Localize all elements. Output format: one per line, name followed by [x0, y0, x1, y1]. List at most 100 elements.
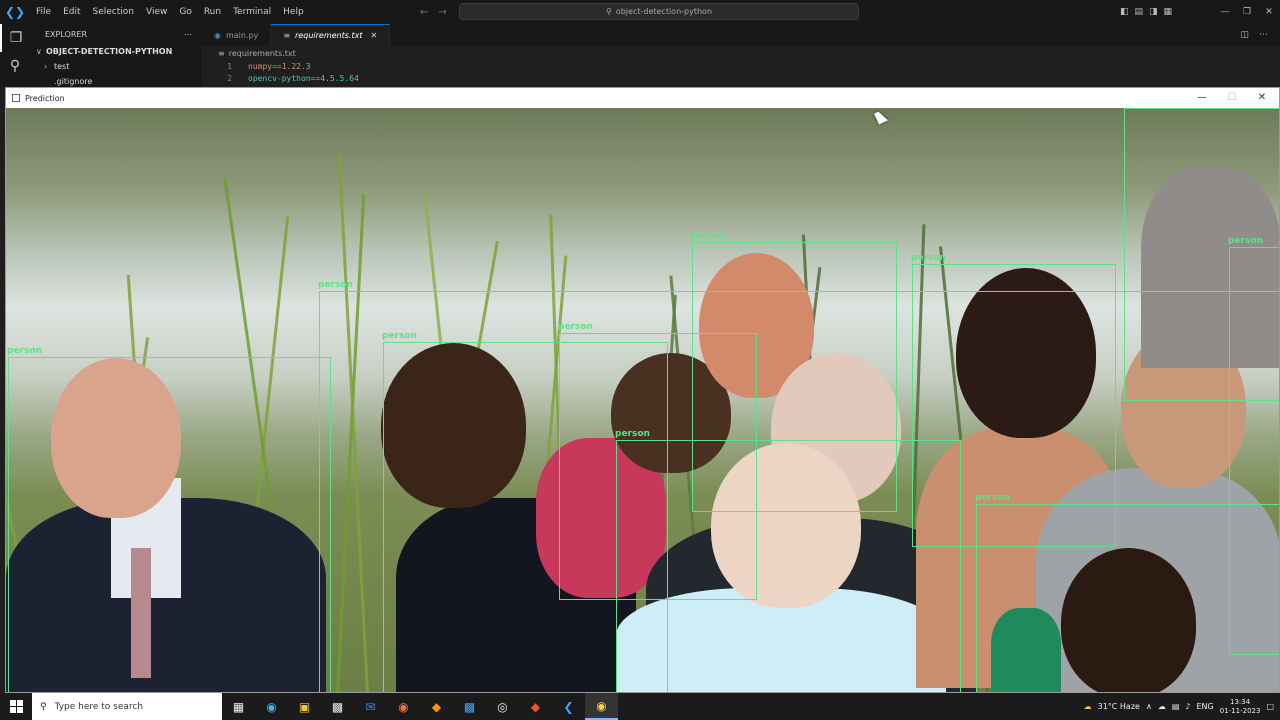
- text-file-icon: ≡: [218, 48, 225, 58]
- detection-box: person: [7, 346, 331, 692]
- prediction-title: Prediction: [25, 93, 65, 103]
- prediction-close-icon[interactable]: ✕: [1247, 88, 1277, 108]
- code-text: numpy==1.22.3: [248, 61, 311, 71]
- menu-run[interactable]: Run: [198, 0, 227, 24]
- detection-box: person: [975, 493, 1279, 692]
- clock[interactable]: 13:34 01-11-2023: [1220, 698, 1261, 716]
- nav-arrows: ← →: [420, 0, 447, 24]
- split-editor-icon[interactable]: ◫: [1240, 30, 1249, 40]
- weather-icon: ☁: [1083, 702, 1092, 711]
- tab-main-py-label: main.py: [225, 30, 259, 40]
- clock-time: 13:34: [1230, 697, 1251, 706]
- text-file-icon: ≡: [283, 31, 291, 40]
- taskbar-search-placeholder: Type here to search: [54, 701, 144, 712]
- editor-tabs: ◉ main.py ≡ requirements.txt ✕ ◫ ⋯: [202, 24, 1280, 46]
- command-center[interactable]: ⚲ object-detection-python: [459, 3, 859, 20]
- toggle-secondary-sidebar-icon[interactable]: ◨: [1149, 7, 1158, 17]
- detection-label: person: [1228, 236, 1263, 246]
- start-button[interactable]: [0, 693, 32, 720]
- prediction-minimize-icon[interactable]: —: [1187, 88, 1217, 108]
- edge-browser-icon[interactable]: ◉: [255, 693, 288, 720]
- breadcrumb[interactable]: ≡ requirements.txt: [202, 46, 1280, 60]
- taskbar-search[interactable]: ⚲ Type here to search: [32, 693, 222, 720]
- detection-label: person: [911, 253, 946, 263]
- prediction-window-controls: — ☐ ✕: [1187, 88, 1277, 108]
- task-view-icon[interactable]: ▦: [222, 693, 255, 720]
- detection-label: person: [382, 331, 417, 341]
- mouse-cursor-icon: [873, 109, 889, 125]
- store-icon[interactable]: ▩: [321, 693, 354, 720]
- vscode-titlebar: ❮❯ File Edit Selection View Go Run Termi…: [0, 0, 1280, 24]
- detection-label: person: [615, 429, 650, 439]
- obs-icon[interactable]: ◎: [486, 693, 519, 720]
- cloud-icon[interactable]: ☁: [1158, 702, 1166, 711]
- python-taskbar-icon[interactable]: ◉: [585, 693, 618, 720]
- tab-main-py[interactable]: ◉ main.py: [202, 24, 272, 46]
- menu-edit[interactable]: Edit: [57, 0, 86, 24]
- system-tray: ☁ 31°C Haze ∧ ☁ ▤ ♪ ENG 13:34 01-11-2023…: [1084, 693, 1280, 720]
- line-number: 1: [227, 61, 232, 71]
- menu-help[interactable]: Help: [277, 0, 310, 24]
- minimize-icon[interactable]: —: [1214, 7, 1236, 17]
- line-number: 2: [227, 73, 232, 83]
- search-icon: ⚲: [40, 701, 47, 712]
- explorer-header: EXPLORER ⋯: [30, 24, 202, 44]
- back-arrow-icon[interactable]: ←: [420, 7, 428, 18]
- layout-controls: ◧ ▤ ◨ ▦: [1120, 0, 1172, 24]
- editor-actions: ◫ ⋯: [1240, 24, 1268, 46]
- notification-icon[interactable]: □: [1266, 702, 1274, 711]
- menu-go[interactable]: Go: [173, 0, 197, 24]
- git-icon[interactable]: ◆: [519, 693, 552, 720]
- explorer-files-icon[interactable]: ❐: [0, 24, 30, 52]
- terminal-app-icon[interactable]: ▩: [453, 693, 486, 720]
- more-actions-icon[interactable]: ⋯: [184, 30, 192, 39]
- weather-text[interactable]: 31°C Haze: [1098, 702, 1140, 711]
- detection-label: person: [7, 346, 42, 356]
- clock-date: 01-11-2023: [1219, 706, 1261, 715]
- prediction-window: Prediction — ☐ ✕ person person person pe…: [5, 87, 1280, 693]
- chevron-right-icon: ›: [44, 62, 48, 71]
- menu-bar: File Edit Selection View Go Run Terminal…: [30, 0, 310, 24]
- search-activity-icon[interactable]: ⚲: [0, 52, 30, 80]
- file-explorer-icon[interactable]: ▣: [288, 693, 321, 720]
- tab-close-icon[interactable]: ✕: [370, 31, 377, 40]
- folder-test-label: test: [54, 62, 70, 71]
- chevron-down-icon: ∨: [36, 47, 42, 56]
- window-icon: [12, 94, 20, 102]
- menu-terminal[interactable]: Terminal: [227, 0, 277, 24]
- forward-arrow-icon[interactable]: →: [438, 7, 446, 18]
- vscode-logo-icon: ❮❯: [4, 5, 26, 19]
- explorer-sidebar: EXPLORER ⋯ ∨ OBJECT-DETECTION-PYTHON › t…: [30, 24, 202, 88]
- detection-label: person: [558, 322, 593, 332]
- firefox-icon[interactable]: ◉: [387, 693, 420, 720]
- vscode-taskbar-icon[interactable]: ❮: [552, 693, 585, 720]
- code-editor[interactable]: 1 numpy==1.22.3 2 opencv-python==4.5.5.6…: [202, 60, 1280, 88]
- project-folder-label: OBJECT-DETECTION-PYTHON: [46, 47, 173, 56]
- close-icon[interactable]: ✕: [1258, 7, 1280, 17]
- code-text: opencv-python==4.5.5.64: [248, 73, 359, 83]
- customize-layout-icon[interactable]: ▦: [1164, 7, 1173, 17]
- project-folder[interactable]: ∨ OBJECT-DETECTION-PYTHON: [30, 44, 202, 59]
- detection-label: person: [691, 231, 726, 241]
- detection-box: person: [615, 429, 961, 692]
- prediction-titlebar[interactable]: Prediction — ☐ ✕: [6, 88, 1279, 108]
- breadcrumb-label: requirements.txt: [228, 48, 296, 58]
- prediction-maximize-icon[interactable]: ☐: [1217, 88, 1247, 108]
- mail-icon[interactable]: ✉: [354, 693, 387, 720]
- toggle-sidebar-icon[interactable]: ◧: [1120, 7, 1129, 17]
- menu-view[interactable]: View: [140, 0, 173, 24]
- tab-requirements-txt[interactable]: ≡ requirements.txt ✕: [271, 24, 391, 46]
- network-icon[interactable]: ▤: [1172, 702, 1180, 711]
- menu-file[interactable]: File: [30, 0, 57, 24]
- folder-test[interactable]: › test: [30, 59, 202, 74]
- chevron-up-icon[interactable]: ∧: [1146, 702, 1152, 711]
- volume-icon[interactable]: ♪: [1185, 702, 1190, 711]
- restore-icon[interactable]: ❐: [1236, 7, 1258, 17]
- sublime-icon[interactable]: ◆: [420, 693, 453, 720]
- editor-more-icon[interactable]: ⋯: [1259, 30, 1268, 40]
- menu-selection[interactable]: Selection: [87, 0, 140, 24]
- language-indicator[interactable]: ENG: [1197, 702, 1214, 711]
- toggle-panel-icon[interactable]: ▤: [1135, 7, 1144, 17]
- file-gitignore-label: .gitignore: [54, 77, 93, 86]
- tab-requirements-label: requirements.txt: [295, 31, 363, 40]
